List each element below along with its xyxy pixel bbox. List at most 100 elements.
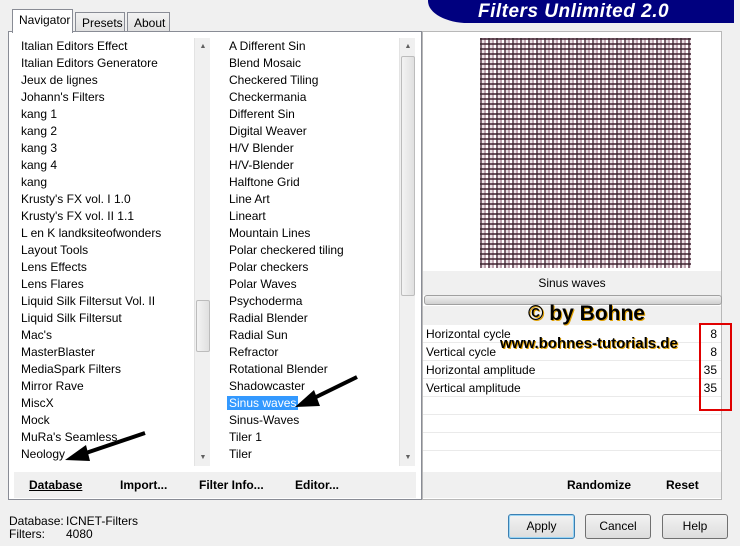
list-item[interactable]: Polar checkered tiling — [223, 242, 399, 259]
list-item[interactable]: Lineart — [223, 208, 399, 225]
list-item[interactable]: L en K landksiteofwonders — [15, 225, 195, 242]
list-item[interactable]: Lens Flares — [15, 276, 195, 293]
list-item[interactable]: kang 2 — [15, 123, 195, 140]
list-item[interactable]: kang — [15, 174, 195, 191]
list-item[interactable]: Mock — [15, 412, 195, 429]
empty-parameter-row — [423, 397, 721, 415]
apply-button[interactable]: Apply — [508, 514, 575, 539]
list-item[interactable]: Liquid Silk Filtersut — [15, 310, 195, 327]
list-item[interactable]: MiscX — [15, 395, 195, 412]
list-item[interactable]: Halftone Grid — [223, 174, 399, 191]
list-item-label: Sinus-Waves — [229, 413, 300, 427]
list-item[interactable]: Italian Editors Effect — [15, 38, 195, 55]
preview-filter-name: Sinus waves — [423, 271, 721, 295]
tab-presets[interactable]: Presets — [75, 12, 125, 32]
list-item[interactable]: Polar Waves — [223, 276, 399, 293]
list-item-label: Johann's Filters — [21, 90, 105, 104]
list-item-label: Digital Weaver — [229, 124, 307, 138]
list-item-label: MediaSpark Filters — [21, 362, 122, 376]
param-button-bar: Randomize Reset — [423, 472, 721, 498]
list-item[interactable]: Sinus-Waves — [223, 412, 399, 429]
list-item-label: A Different Sin — [229, 39, 306, 53]
list-item[interactable]: Blend Mosaic — [223, 55, 399, 72]
list-item[interactable]: Line Art — [223, 191, 399, 208]
filter-info-button[interactable]: Filter Info... — [199, 478, 264, 492]
list-item[interactable]: Digital Weaver — [223, 123, 399, 140]
status-filters-value: 4080 — [66, 527, 93, 541]
list-item[interactable]: kang 1 — [15, 106, 195, 123]
list-item[interactable]: Mirror Rave — [15, 378, 195, 395]
editor-button[interactable]: Editor... — [295, 478, 339, 492]
list-item[interactable]: Psychoderma — [223, 293, 399, 310]
list-item[interactable]: H/V-Blender — [223, 157, 399, 174]
list-item[interactable]: Liquid Silk Filtersut Vol. II — [15, 293, 195, 310]
list-item[interactable]: Tiler — [223, 446, 399, 463]
scroll-up-icon[interactable]: ▲ — [195, 38, 211, 55]
list-item[interactable]: Radial Sun — [223, 327, 399, 344]
list-item[interactable]: A Different Sin — [223, 38, 399, 55]
scroll-up-icon[interactable]: ▲ — [400, 38, 416, 55]
list-item-label: Italian Editors Generatore — [21, 56, 158, 70]
list-item[interactable]: Johann's Filters — [15, 89, 195, 106]
tab-about[interactable]: About — [127, 12, 170, 32]
list-item-label: Lens Flares — [21, 277, 84, 291]
list-item-label: Neology — [21, 447, 66, 461]
help-button[interactable]: Help — [662, 514, 728, 539]
list-item-label: MiscX — [21, 396, 54, 410]
randomize-button[interactable]: Randomize — [567, 478, 631, 492]
list-item-label: Lineart — [229, 209, 266, 223]
list-item[interactable]: Checkered Tiling — [223, 72, 399, 89]
list-item-label: MasterBlaster — [21, 345, 96, 359]
parameter-row[interactable]: Vertical amplitude 35 — [423, 379, 721, 397]
scroll-down-icon[interactable]: ▼ — [195, 449, 211, 466]
list-item-label: kang 2 — [21, 124, 58, 138]
list-item[interactable]: Tiler 1 — [223, 429, 399, 446]
list-item[interactable]: Jeux de lignes — [15, 72, 195, 89]
list-item-label: Mac's — [21, 328, 52, 342]
parameter-label: Horizontal amplitude — [426, 363, 536, 377]
list-item[interactable]: MediaSpark Filters — [15, 361, 195, 378]
watermark-copyright: © by Bohne — [528, 302, 645, 325]
list-item-label: Different Sin — [229, 107, 295, 121]
list-item[interactable]: Italian Editors Generatore — [15, 55, 195, 72]
parameter-label: Horizontal cycle — [426, 327, 511, 341]
list-item[interactable]: MasterBlaster — [15, 344, 195, 361]
scroll-thumb[interactable] — [401, 56, 415, 296]
category-scrollbar[interactable]: ▲ ▼ — [194, 38, 210, 466]
list-item[interactable]: Krusty's FX vol. II 1.1 — [15, 208, 195, 225]
list-item-label: Layout Tools — [21, 243, 89, 257]
list-item[interactable]: Refractor — [223, 344, 399, 361]
list-item[interactable]: Krusty's FX vol. I 1.0 — [15, 191, 195, 208]
scroll-down-icon[interactable]: ▼ — [400, 449, 416, 466]
status-database-label: Database: — [9, 514, 64, 528]
scroll-thumb[interactable] — [196, 300, 210, 352]
list-item[interactable]: H/V Blender — [223, 140, 399, 157]
list-item[interactable]: kang 3 — [15, 140, 195, 157]
parameter-row[interactable]: Horizontal amplitude 35 — [423, 361, 721, 379]
banner-title: Filters Unlimited 2.0 — [478, 1, 670, 22]
list-item[interactable]: Different Sin — [223, 106, 399, 123]
list-item-label: Psychoderma — [229, 294, 303, 308]
list-item[interactable]: Mountain Lines — [223, 225, 399, 242]
list-item[interactable]: Lens Effects — [15, 259, 195, 276]
list-item[interactable]: kang 4 — [15, 157, 195, 174]
status-filters-label: Filters: — [9, 527, 45, 541]
list-item[interactable]: Polar checkers — [223, 259, 399, 276]
list-item[interactable]: Radial Blender — [223, 310, 399, 327]
list-item[interactable]: Layout Tools — [15, 242, 195, 259]
list-item-label: Halftone Grid — [229, 175, 300, 189]
list-item[interactable]: Checkermania — [223, 89, 399, 106]
title-banner: Filters Unlimited 2.0 — [428, 0, 740, 23]
database-button[interactable]: Database — [29, 478, 82, 492]
filter-scrollbar[interactable]: ▲ ▼ — [399, 38, 415, 466]
cancel-button[interactable]: Cancel — [585, 514, 651, 539]
list-item-label: Checkermania — [229, 90, 307, 104]
list-item-label: Checkered Tiling — [229, 73, 319, 87]
list-item-label: Line Art — [229, 192, 270, 206]
reset-button[interactable]: Reset — [666, 478, 699, 492]
import-button[interactable]: Import... — [120, 478, 167, 492]
category-list[interactable]: Italian Editors Effect Italian Editors Ge… — [15, 38, 195, 466]
tab-navigator[interactable]: Navigator — [12, 9, 73, 33]
list-item[interactable]: Mac's — [15, 327, 195, 344]
list-item-label: L en K landksiteofwonders — [21, 226, 162, 240]
